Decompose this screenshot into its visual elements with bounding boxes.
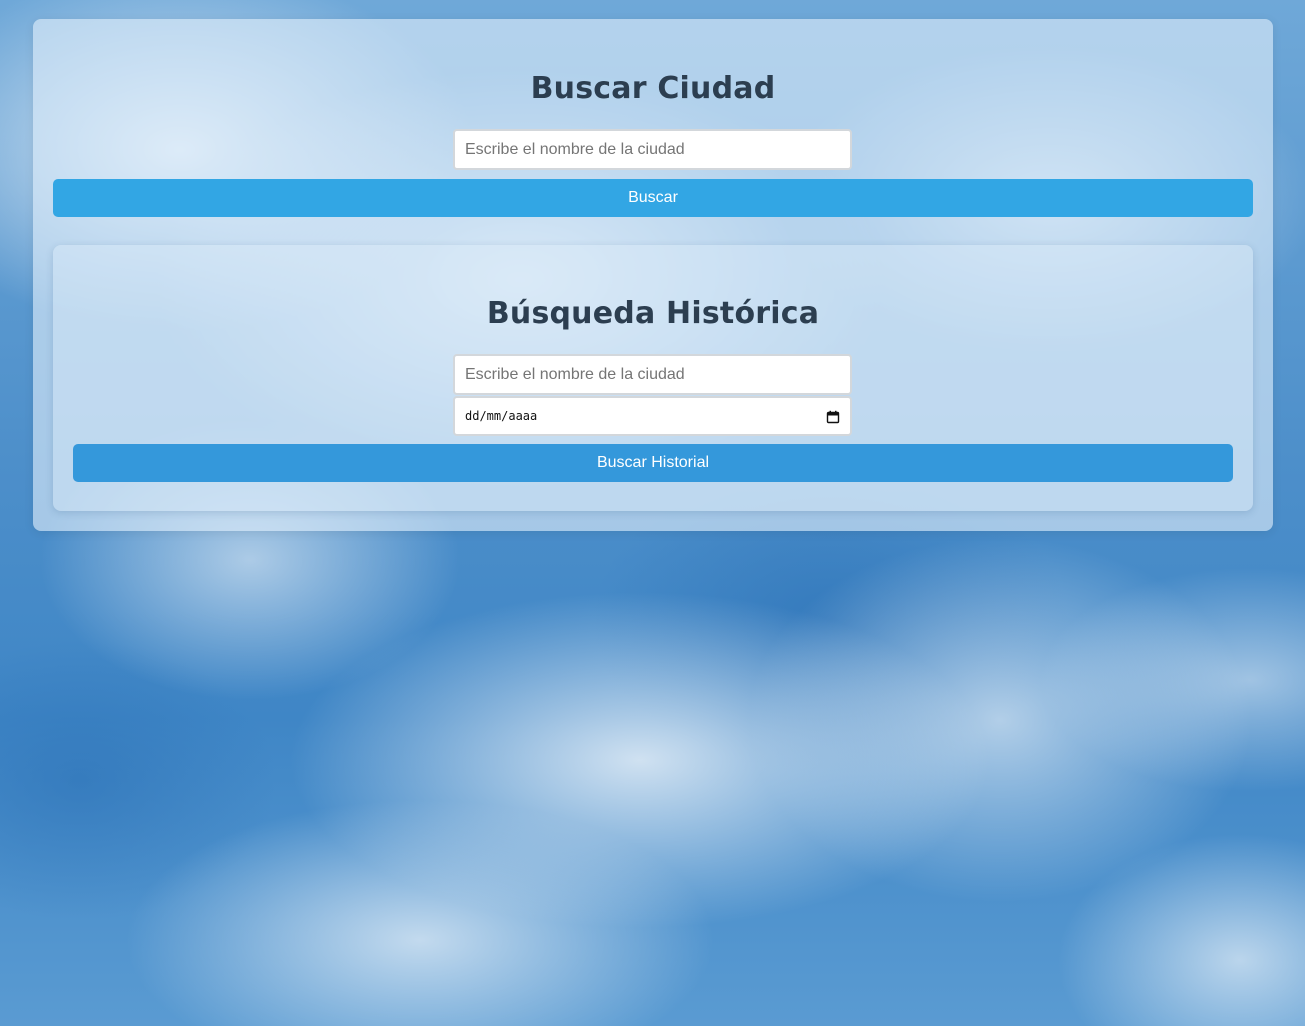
search-title: Buscar Ciudad [530,71,776,106]
date-placeholder: dd/mm/aaaa [465,409,538,423]
search-button[interactable]: Buscar [53,179,1253,217]
history-city-input[interactable] [453,354,852,395]
history-title: Búsqueda Histórica [486,296,820,331]
calendar-icon[interactable] [826,409,840,424]
history-date-input[interactable]: dd/mm/aaaa [453,396,852,436]
search-card: Buscar Ciudad Buscar Búsqueda Histórica … [33,19,1273,531]
history-card: Búsqueda Histórica dd/mm/aaaa Buscar His… [53,245,1253,511]
city-search-input[interactable] [453,129,852,170]
search-history-button[interactable]: Buscar Historial [73,444,1233,482]
